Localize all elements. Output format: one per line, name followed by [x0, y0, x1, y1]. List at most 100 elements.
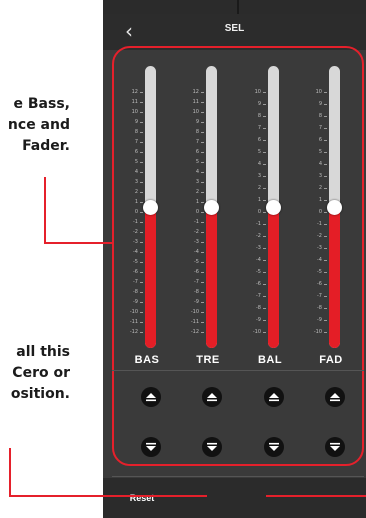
tick-mark	[140, 112, 143, 113]
tick-label: -6	[317, 281, 322, 287]
tick: -9	[302, 316, 328, 324]
tick-mark	[263, 200, 266, 201]
tick-label: -6	[194, 269, 199, 275]
tick-mark	[201, 312, 204, 313]
tick-mark	[140, 202, 143, 203]
tick-label: -9	[317, 317, 322, 323]
tick-label: -9	[194, 299, 199, 305]
tick: 7	[302, 124, 328, 132]
eject-up-icon	[146, 393, 156, 402]
tick: 1	[302, 196, 328, 204]
tick-mark	[140, 222, 143, 223]
tick-mark	[324, 272, 327, 273]
tick-mark	[324, 236, 327, 237]
tick-label: -2	[194, 229, 199, 235]
tick-label: -6	[256, 281, 261, 287]
connector-line	[266, 495, 366, 497]
tick: -10	[302, 328, 328, 336]
tick: 2	[241, 184, 267, 192]
tick-label: 7	[134, 139, 138, 145]
tick: 6	[179, 148, 205, 156]
tick-mark	[324, 128, 327, 129]
slider-thumb[interactable]	[143, 200, 158, 215]
tick-label: -7	[194, 279, 199, 285]
tick: 12	[179, 88, 205, 96]
eject-down-icon	[146, 442, 156, 451]
tick-mark	[201, 292, 204, 293]
tick-mark	[140, 292, 143, 293]
tick: 10	[118, 108, 144, 116]
tick: -9	[241, 316, 267, 324]
tick: 0	[179, 208, 205, 216]
decrease-button[interactable]	[141, 437, 161, 457]
callout-reset: all this Cero or osition.	[11, 342, 70, 405]
tick: 9	[118, 118, 144, 126]
slider-fill	[329, 207, 340, 348]
tick-mark	[201, 162, 204, 163]
tick: 8	[241, 112, 267, 120]
tick-mark	[324, 140, 327, 141]
tick-mark	[263, 92, 266, 93]
tick-label: 8	[134, 129, 138, 135]
slider-fill	[206, 207, 217, 348]
eject-up-icon	[269, 393, 279, 402]
tick-mark	[140, 212, 143, 213]
tick: 6	[302, 136, 328, 144]
tick-label: 5	[195, 159, 199, 165]
tick-mark	[263, 248, 266, 249]
tick-label: -9	[133, 299, 138, 305]
increase-button[interactable]	[325, 387, 345, 407]
eject-down-icon	[269, 442, 279, 451]
tick: 2	[118, 188, 144, 196]
tick-mark	[324, 176, 327, 177]
tick: -8	[241, 304, 267, 312]
tick-label: -4	[194, 249, 199, 255]
tick: 7	[179, 138, 205, 146]
tick-label: 9	[195, 119, 199, 125]
tick-label: -1	[256, 221, 261, 227]
tick-mark	[263, 224, 266, 225]
tick: -10	[241, 328, 267, 336]
slider-thumb[interactable]	[327, 200, 342, 215]
tick-label: -7	[256, 293, 261, 299]
tick-label: -11	[129, 319, 138, 325]
tick-mark	[324, 224, 327, 225]
tick: -5	[302, 268, 328, 276]
increase-button[interactable]	[141, 387, 161, 407]
increase-button[interactable]	[202, 387, 222, 407]
tick: 10	[179, 108, 205, 116]
callout-line-text: nce and	[7, 117, 70, 133]
tick-label: 10	[315, 89, 322, 95]
tick-label: -2	[133, 229, 138, 235]
tick-label: -8	[133, 289, 138, 295]
decrease-button[interactable]	[202, 437, 222, 457]
tick: 9	[302, 100, 328, 108]
tick: 2	[302, 184, 328, 192]
tick-mark	[140, 132, 143, 133]
slider-thumb[interactable]	[204, 200, 219, 215]
decrease-button[interactable]	[264, 437, 284, 457]
slider-thumb[interactable]	[266, 200, 281, 215]
tick-label: 2	[134, 189, 138, 195]
tick-mark	[324, 92, 327, 93]
tick: -7	[302, 292, 328, 300]
eject-down-icon	[330, 442, 340, 451]
tick: -2	[302, 232, 328, 240]
tick-mark	[201, 222, 204, 223]
tick: 4	[179, 168, 205, 176]
decrease-button[interactable]	[325, 437, 345, 457]
reset-button[interactable]: Reset	[110, 489, 174, 507]
increase-button[interactable]	[264, 387, 284, 407]
tick: -5	[241, 268, 267, 276]
tick-mark	[140, 302, 143, 303]
tick-mark	[140, 312, 143, 313]
tick-label: -5	[133, 259, 138, 265]
tick-label: -9	[256, 317, 261, 323]
tick: 5	[241, 148, 267, 156]
tick: 4	[118, 168, 144, 176]
tick: -8	[302, 304, 328, 312]
tick: 3	[241, 172, 267, 180]
tick-mark	[324, 164, 327, 165]
tick-label: 0	[134, 209, 138, 215]
tick-label: 4	[318, 161, 322, 167]
